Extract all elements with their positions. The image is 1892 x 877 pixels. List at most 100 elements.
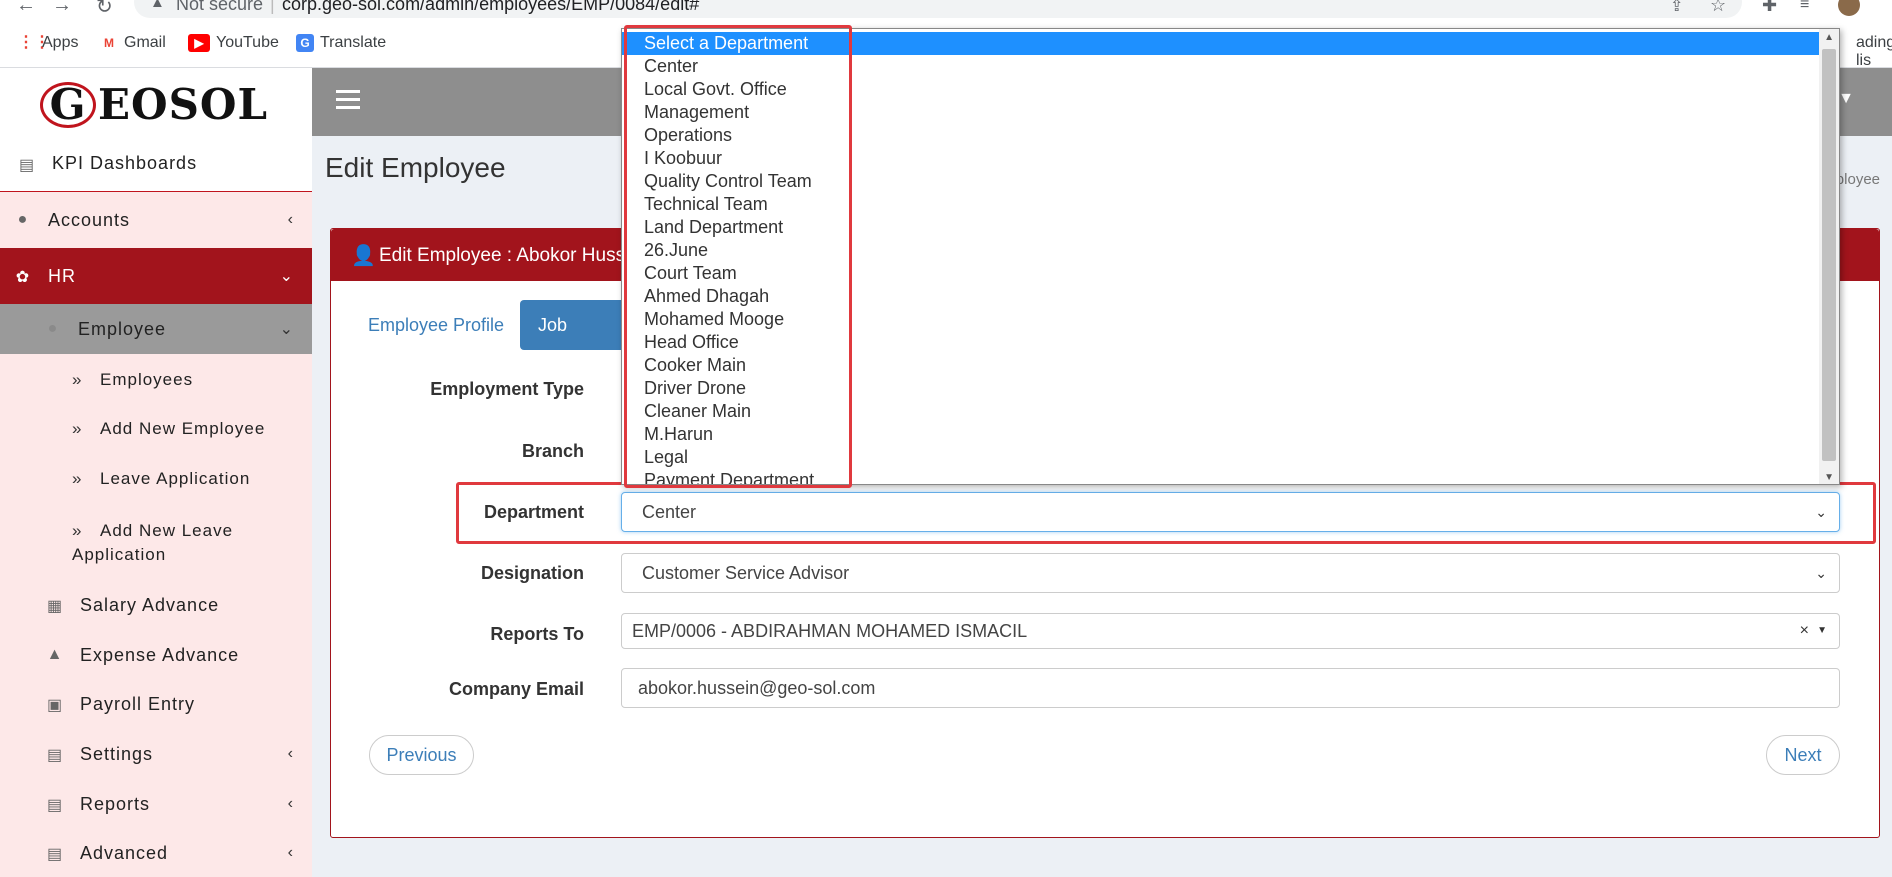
reading-list-icon[interactable]: ≡ [1800,0,1809,14]
logo-area[interactable]: G EOSOL [0,68,312,136]
sidebar-item-label: Expense Advance [80,644,240,665]
url-text[interactable]: corp.geo-sol.com/admin/employees/EMP/008… [282,0,699,15]
sidebar-item-employee[interactable]: ● Employee ⌄ [0,304,312,354]
scrollbar-thumb[interactable] [1822,49,1836,461]
sidebar-item-hr[interactable]: ✿ HR ⌄ [0,248,312,304]
bookmark-youtube[interactable]: ▶ YouTube [188,34,279,52]
next-button[interactable]: Next [1766,735,1840,775]
bookmark-apps[interactable]: ⋮⋮ Apps [18,34,78,52]
department-highlight-box [456,482,1876,544]
double-chevron-icon: » [72,419,83,438]
sidebar-item-kpi-dashboards[interactable]: ▤ KPI Dashboards [0,136,312,192]
book-icon: ▤ [18,156,36,174]
reload-icon[interactable]: ↻ [96,0,113,19]
tab-employee-profile[interactable]: Employee Profile [350,300,522,350]
bookmark-label: Translate [320,34,387,51]
reports-to-select[interactable]: EMP/0006 - ABDIRAHMAN MOHAMED ISMACIL × … [621,613,1840,649]
chevron-left-icon: ‹ [287,745,294,762]
person-icon: ● [47,320,59,337]
sidebar-item-expense-advance[interactable]: ▲ Expense Advance [0,640,312,670]
star-icon[interactable]: ☆ [1710,0,1726,16]
scroll-down-icon[interactable]: ▼ [1824,472,1834,483]
award-icon: ✿ [15,269,31,286]
reports-to-selected-value: EMP/0006 - ABDIRAHMAN MOHAMED ISMACIL [632,621,1028,641]
sidebar-item-label: Payroll Entry [80,693,196,714]
dropdown-scrollbar[interactable]: ▲ ▼ [1819,29,1839,484]
sidebar: G EOSOL ▤ KPI Dashboards ● Accounts ‹ ✿ H… [0,68,312,877]
logo: G EOSOL [40,80,268,129]
apps-grid-icon: ⋮⋮ [18,34,50,52]
breadcrumb[interactable]: ployee [1836,171,1880,188]
sidebar-item-accounts[interactable]: ● Accounts ‹ [0,192,312,248]
sidebar-item-label: Advanced [80,842,169,863]
previous-button[interactable]: Previous [369,735,474,775]
book-icon: ▤ [46,747,64,764]
gmail-icon: M [100,34,118,52]
bookmark-label: YouTube [216,34,279,51]
sidebar-item-label: Salary Advance [80,594,220,615]
book-icon: ▤ [46,797,64,814]
back-icon[interactable]: ← [16,0,36,17]
book-icon: ▤ [46,846,64,863]
chevron-left-icon: ‹ [287,795,294,812]
sidebar-subitem-add-new-leave-application[interactable]: » Add New Leave Application [72,519,272,567]
extensions-icon[interactable]: ✚ [1762,0,1777,16]
hamburger-menu-icon[interactable] [336,90,360,114]
bookmark-overflow[interactable]: ading lis [1856,34,1892,70]
sidebar-item-payroll-entry[interactable]: ▣ Payroll Entry [0,689,312,719]
chevron-left-icon: ‹ [287,211,294,228]
sidebar-item-salary-advance[interactable]: ▦ Salary Advance [0,590,312,620]
id-card-icon: ▣ [46,697,64,714]
sidebar-item-label: HR [48,265,76,286]
url-warning: Not secure [176,0,264,14]
piggy-bank-icon: ● [17,211,29,228]
company-email-label: Company Email [448,679,584,699]
sidebar-item-label: Accounts [48,209,131,230]
warning-icon: ▲ [150,0,165,11]
bookmark-label: ading lis [1856,34,1892,69]
clear-icon[interactable]: × [1800,614,1809,648]
share-icon[interactable]: ⇪ [1670,0,1683,16]
chevron-down-icon: ⌄ [1815,565,1827,581]
company-email-value: abokor.hussein@geo-sol.com [638,678,876,698]
table-icon: ▦ [46,598,64,615]
sidebar-item-settings[interactable]: ▤ Settings ‹ [0,739,312,769]
double-chevron-icon: » [72,521,83,540]
sidebar-item-reports[interactable]: ▤ Reports ‹ [0,789,312,819]
double-chevron-icon: » [72,370,83,389]
designation-select[interactable]: Customer Service Advisor ⌄ [621,553,1840,593]
sidebar-item-label: Settings [80,743,154,764]
double-chevron-icon: » [72,469,83,488]
bookmark-label: Apps [42,34,79,51]
card-title: Edit Employee : Abokor Huss [379,245,626,266]
user-edit-icon: 👤 [351,245,376,267]
company-email-input[interactable]: abokor.hussein@geo-sol.com [621,668,1840,708]
caret-down-icon[interactable]: ▼ [1838,90,1854,108]
branch-label: Branch [521,441,584,461]
sidebar-subitem-leave-application[interactable]: » Leave Application [72,469,250,489]
sidebar-subitem-add-new-employee[interactable]: » Add New Employee [72,419,265,439]
sidebar-subitem-label: Leave Application [100,469,251,488]
bookmark-translate[interactable]: G Translate [296,34,386,52]
translate-icon: G [296,34,314,52]
employment-type-label: Employment Type [430,379,584,399]
bookmark-label: Gmail [124,34,166,51]
scroll-up-icon[interactable]: ▲ [1824,32,1834,43]
chevron-down-icon: ⌄ [279,321,294,338]
sidebar-item-label: Reports [80,793,151,814]
url-separator: | [270,0,275,14]
youtube-icon: ▶ [188,34,210,52]
forward-icon[interactable]: → [52,0,72,17]
caret-down-icon: ▼ [1817,625,1827,636]
designation-selected-value: Customer Service Advisor [642,563,850,583]
chevron-left-icon: ‹ [287,844,294,861]
sidebar-subitem-employees[interactable]: » Employees [72,370,193,390]
tab-job-profile[interactable]: Job Profile [520,300,630,385]
sidebar-item-advanced[interactable]: ▤ Advanced ‹ [0,838,312,868]
profile-avatar[interactable] [1838,0,1860,16]
designation-label: Designation [480,563,584,583]
reports-to-label: Reports To [490,624,584,644]
page-title: Edit Employee [325,152,506,183]
bookmark-gmail[interactable]: M Gmail [100,34,166,52]
sidebar-item-label: Employee [78,318,167,339]
